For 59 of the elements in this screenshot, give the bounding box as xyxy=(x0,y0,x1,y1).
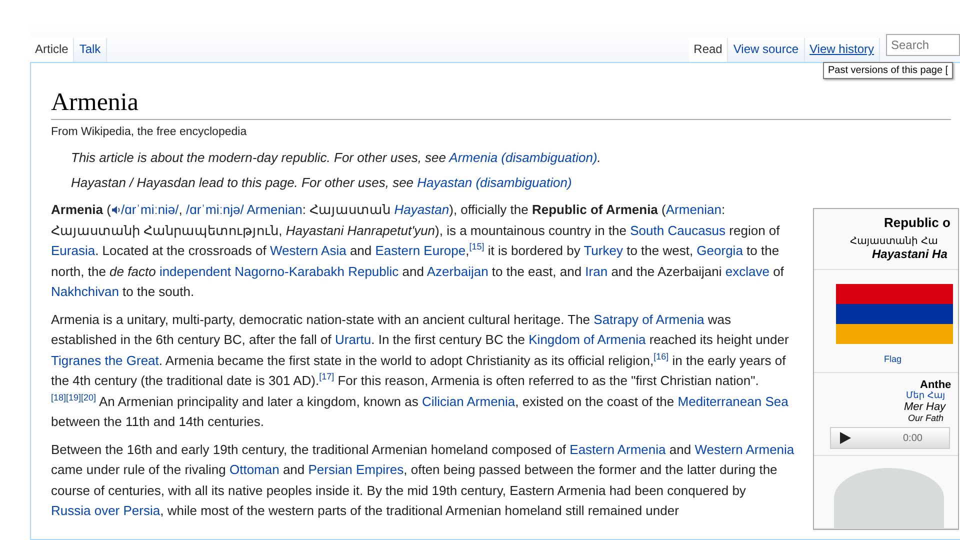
link[interactable]: Turkey xyxy=(584,243,623,258)
link[interactable]: Armenian xyxy=(244,202,302,217)
page-tab[interactable]: Talk xyxy=(74,38,107,62)
paragraph: Armenia ( /ɑrˈmiːniə/, /ɑrˈmiːnjə/ Armenian: Հայաստան Hayastan), officially the Republic of Armenia (Armenian: Հայաստանի Հանրապետություն, Hayastani Hanrapetut'yun), is a mountainous country in the South Caucasus region of Eurasia. Located at the crossroads of Western Asia and Eastern Europe,$^{[15]}$ it is bordered by Turkey to the west, Georgia to the north, the de facto independent Nagorno-Karabakh Republic and Azerbaijan to the east, and Iran and the Azerbaijani exclave of Nakhchivan to the south. xyxy=(51,201,785,301)
native-name: Հայաստանի Հա xyxy=(849,236,939,247)
play-icon[interactable] xyxy=(839,432,851,444)
link[interactable]: Kingdom of Armenia xyxy=(528,332,646,347)
hatnote: This article is about the modern-day republic. For other uses, see Armenia (disambiguation). xyxy=(71,150,602,165)
page-title: Armenia xyxy=(51,89,951,120)
link[interactable]: Nagorno-Karabakh Republic xyxy=(231,264,399,278)
link[interactable]: Azerbaijan xyxy=(426,264,488,278)
tagline: From Wikipedia, the free encyclopedia xyxy=(51,126,248,138)
reference-link[interactable]: [15] xyxy=(469,242,484,252)
link[interactable]: South Caucasus xyxy=(630,222,726,238)
flag-link[interactable]: Flag xyxy=(884,354,902,364)
link[interactable]: Satrapy of Armenia xyxy=(594,312,704,326)
reference-link[interactable]: [18][19][20] xyxy=(51,392,96,402)
view-tab[interactable]: View source xyxy=(728,38,805,62)
speaker-icon[interactable] xyxy=(110,205,121,215)
link[interactable]: exclave xyxy=(725,264,770,278)
anthem-link[interactable]: Մեր Հայ xyxy=(906,391,946,401)
link[interactable]: Mediterranean Sea xyxy=(678,394,788,408)
link[interactable]: Eastern Armenia xyxy=(570,442,666,456)
anthem-translation: Our Fath xyxy=(908,413,944,423)
link[interactable]: Armenian xyxy=(666,202,722,217)
link[interactable]: Western Asia xyxy=(270,243,346,258)
anthem-heading: Anthe xyxy=(920,379,952,391)
link[interactable]: /ɑrˈmiːnjə/ xyxy=(186,202,244,217)
link[interactable]: Cilician Armenia xyxy=(422,394,516,408)
link[interactable]: Eastern Europe xyxy=(375,243,466,258)
time-label: 0:00 xyxy=(903,432,922,444)
link[interactable]: Armenia (disambiguation) xyxy=(449,150,598,165)
link[interactable]: Urartu xyxy=(335,332,372,347)
view-tab[interactable]: View history xyxy=(804,38,880,62)
hatnote: Hayastan / Hayasdan lead to this page. For other uses, see Hayastan (disambiguation) xyxy=(71,175,573,190)
page-tab[interactable]: Article xyxy=(30,38,74,62)
link[interactable]: Russia over Persia xyxy=(51,503,160,518)
link[interactable]: /ɑrˈmiːniə/ xyxy=(120,202,179,217)
paragraph: Between the 16th and early 19th century, the traditional Armenian homeland composed of Eastern Armenia and Western Armenia came under rule of the rivaling Ottoman and Persian Empires, often being passed between the former and the latter during the course of centuries, with all its native peoples inside it. By the mid 19th century, Eastern Armenia had been conquered by Russia over Persia, while most of the western parts of the traditional Armenian homeland still remained under xyxy=(51,440,796,520)
link[interactable]: Ottoman xyxy=(229,462,280,477)
paragraph: Armenia is a unitary, multi-party, democratic nation-state with an ancient cultural heritage. The Satrapy of Armenia was established in the 6th century BC, after the fall of Urartu. In the first century BC the Kingdom of Armenia reached its height under Tigranes the Great. Armenia became the first state in the world to adopt Christianity as its official religion,$^{[16]}$ in the early years of the 4th century (the traditional date is 301 AD).$^{[17]}$ For this reason, Armenia is often referred to as the "first Christian nation". $^{[18][19][20]}$ An Armenian principality and later a kingdom, known as Cilician Armenia, existed on the coast of the Mediterranean Sea between the 11th and 14th centuries. xyxy=(51,310,790,431)
link[interactable]: Tigranes the Great xyxy=(51,352,159,368)
anthem-romanized: Mer Hay xyxy=(904,401,946,413)
tooltip: Past versions of this page [ xyxy=(823,62,954,79)
link[interactable]: Hayastan xyxy=(394,202,450,217)
view-tab[interactable]: Read xyxy=(688,38,728,62)
link[interactable]: Hayastan (disambiguation) xyxy=(417,175,572,190)
link[interactable]: Western Armenia xyxy=(694,442,794,456)
link[interactable]: Georgia xyxy=(696,243,743,258)
link[interactable]: Persian Empires xyxy=(308,462,404,477)
romanized-name: Hayastani Ha xyxy=(871,247,948,261)
reference-link[interactable]: [16] xyxy=(654,351,669,362)
infobox-title: Republic o xyxy=(883,215,952,230)
link[interactable]: independent xyxy=(159,264,232,278)
link[interactable]: Eurasia xyxy=(51,243,96,258)
link[interactable]: Nakhchivan xyxy=(51,284,119,299)
search-field[interactable]: Search xyxy=(886,34,960,56)
link[interactable]: Iran xyxy=(585,264,608,278)
reference-link[interactable]: [17] xyxy=(319,372,334,382)
